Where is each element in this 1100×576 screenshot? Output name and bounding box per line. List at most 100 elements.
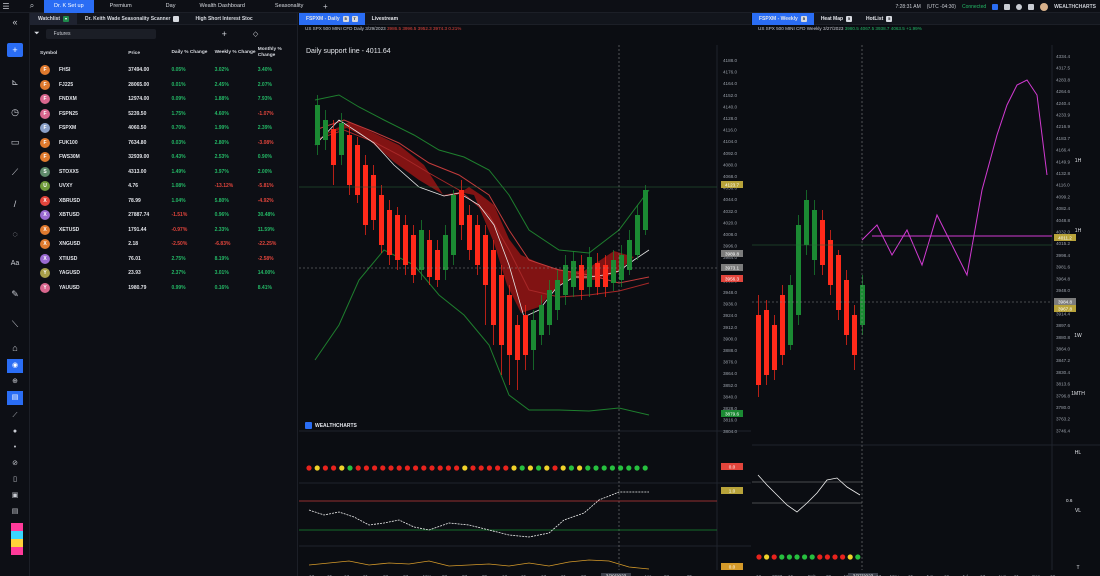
text-tool-icon[interactable]: Aa xyxy=(7,257,23,271)
line-tool-icon[interactable]: / xyxy=(7,197,23,211)
bell-icon[interactable] xyxy=(1028,3,1035,10)
signal-dot xyxy=(847,554,853,560)
tab-daily-chart[interactable]: FSPXM - Daily 5 T xyxy=(299,12,365,25)
header-monthly[interactable]: Monthly % Change xyxy=(258,47,297,59)
weekly-chart-canvas[interactable]: 4334.4 4317.5 4283.8 4264.6 4240.4 4233.9 4216… xyxy=(752,25,1100,576)
note-icon[interactable]: ▤ xyxy=(7,505,23,519)
shape-tool-icon[interactable]: ◌ xyxy=(7,227,23,241)
tab-seasonality-scanner[interactable]: Dr. Keith Wade Seasonality Scanner xyxy=(77,13,187,25)
price-axis-label: 4216.9 xyxy=(1056,124,1070,129)
watchlist-row[interactable]: Y YAGUSD 23.93 2.37% 3.01% 14.00% xyxy=(30,266,297,281)
eraser-icon[interactable]: ◇ xyxy=(253,30,258,38)
signal-dot xyxy=(380,465,386,471)
chart-type-icon[interactable]: ⊾ xyxy=(7,75,23,89)
add-button[interactable]: + xyxy=(7,43,23,57)
gear-icon[interactable] xyxy=(1016,3,1023,10)
candle xyxy=(820,220,825,265)
signal-dot xyxy=(585,465,591,471)
candle xyxy=(563,265,568,295)
watchlist-row[interactable]: F FNDXM 12974.00 0.09% 1.88% 7.93% xyxy=(30,92,297,107)
watchlist-row[interactable]: F FWS30M 32939.00 0.43% 2.53% 0.90% xyxy=(30,150,297,165)
header-symbol[interactable]: Symbol xyxy=(40,51,128,56)
price-axis-label: 3864.0 xyxy=(1056,347,1070,352)
watchlist-row[interactable]: S STOXX5 4313.00 1.49% 3.97% 2.00% xyxy=(30,165,297,180)
avatar[interactable] xyxy=(1040,2,1049,11)
clock-icon[interactable]: ◷ xyxy=(7,105,23,119)
candle xyxy=(571,261,576,287)
signal-dot xyxy=(486,465,492,471)
symbol-avatar: X xyxy=(40,210,50,221)
price-axis-label: 4283.8 xyxy=(1056,77,1070,82)
watchlist-row[interactable]: X XNGUSD 2.18 -2.50% -6.83% -22.25% xyxy=(30,237,297,252)
tab-livestream[interactable]: Livestream xyxy=(365,13,405,25)
price-axis-label: 3964.8 xyxy=(1056,276,1070,281)
pencil-icon[interactable]: ✎ xyxy=(7,287,23,301)
add-tab-icon[interactable]: + xyxy=(319,0,331,13)
row-weekly-change: 3.02% xyxy=(214,67,229,74)
collapse-icon[interactable]: « xyxy=(7,15,23,29)
menu-icon[interactable]: ☰ xyxy=(0,0,12,13)
candle xyxy=(363,165,368,225)
header-daily[interactable]: Daily % Change xyxy=(171,50,214,56)
tab-wealth-dashboard[interactable]: Wealth Dashboard xyxy=(189,0,254,13)
price-axis-label: 4015.2 xyxy=(1056,241,1070,246)
filter-icon[interactable]: ⏷ xyxy=(34,30,40,38)
header-weekly[interactable]: Weekly % Change xyxy=(215,50,258,56)
watchlist-row[interactable]: X XTIUSD 76.01 2.75% 8.19% -2.58% xyxy=(30,252,297,267)
calendar-icon[interactable]: ▭ xyxy=(7,135,23,149)
tab-dr-k-setup[interactable]: Dr. K Set up xyxy=(44,0,94,13)
watchlist-row[interactable]: X XETUSD 1791.44 -0.97% 2.33% 11.59% xyxy=(30,223,297,238)
tab-day[interactable]: Day xyxy=(156,0,186,13)
candle xyxy=(555,280,560,310)
search-icon[interactable]: ⌕ xyxy=(26,0,38,13)
measure-icon[interactable]: ⟋ xyxy=(7,409,23,423)
watchlist-row[interactable]: X XBRUSD 78.99 1.04% 5.80% -4.92% xyxy=(30,194,297,209)
watchlist-row[interactable]: F FUK100 7634.80 0.03% 2.80% -3.08% xyxy=(30,136,297,151)
timezone-selector[interactable]: (UTC -04:30) xyxy=(927,4,956,10)
daily-badge-5: 5 xyxy=(342,15,349,22)
brush-icon[interactable]: ⌂ xyxy=(7,341,23,355)
tab-watchlist[interactable]: Watchlist ▾ xyxy=(30,12,78,25)
price-tag-label: 3879.6 xyxy=(725,412,739,417)
tab-heat-map[interactable]: Heat Map 5 xyxy=(814,13,859,25)
symbol-avatar: F xyxy=(40,137,50,148)
lock-icon[interactable] xyxy=(1004,3,1011,10)
watchlist-row[interactable]: Y YAUUSD 1980.79 0.99% 0.16% 8.41% xyxy=(30,281,297,296)
tab-high-short-interest[interactable]: High Short Interest Stoc xyxy=(187,13,260,25)
tab-premium[interactable]: Premium xyxy=(100,0,142,13)
magnet-icon[interactable]: ⊕ xyxy=(7,375,23,389)
tab-seasonality[interactable]: Seasonality xyxy=(265,0,313,13)
trend-icon[interactable]: ⟋ xyxy=(7,165,23,179)
dot-icon[interactable]: ● xyxy=(7,425,23,439)
trash-icon[interactable]: ▯ xyxy=(7,473,23,487)
tab-hotlist[interactable]: HotList 5 xyxy=(859,13,899,25)
watchlist-row[interactable]: F FSPXM 4060.50 0.70% 1.99% 2.39% xyxy=(30,121,297,136)
save-icon[interactable] xyxy=(992,3,999,10)
row-daily-change: 1.49% xyxy=(171,168,186,175)
watchlist-row[interactable]: X XBTUSD 27887.74 -1.51% 0.96% 30.48% xyxy=(30,208,297,223)
price-axis-label: 4116.0 xyxy=(723,128,737,133)
price-tag-label: 4011.2 xyxy=(1058,236,1072,241)
signal-tag-label: 0.0 xyxy=(729,465,736,470)
watchlist-row[interactable]: F FJ225 28065.00 0.01% 2.45% 2.07% xyxy=(30,78,297,93)
eye-icon[interactable]: ◉ xyxy=(7,359,23,373)
watchlist-row[interactable]: F FHSI 37494.00 0.05% 3.02% 3.40% xyxy=(30,63,297,78)
copy-icon[interactable]: ▣ xyxy=(7,489,23,503)
tab-weekly-chart[interactable]: FSPXM - Weekly 5 xyxy=(752,12,814,25)
watchlist-filter-select[interactable]: Futures xyxy=(45,29,156,39)
row-daily-change: 0.03% xyxy=(171,139,186,146)
daily-chart-canvas[interactable]: 4188.0 4176.0 4164.0 4152.0 4140.0 4128.0 4116… xyxy=(299,25,751,576)
add-symbol-icon[interactable]: + xyxy=(222,29,227,39)
row-price: 1791.44 xyxy=(128,226,147,233)
header-price[interactable]: Price xyxy=(128,51,171,56)
layers-icon[interactable]: ▤ xyxy=(7,391,23,405)
color-swatch[interactable] xyxy=(11,523,23,555)
cursor-icon[interactable]: • xyxy=(7,441,23,455)
symbol-avatar: F xyxy=(40,65,50,76)
watchlist-row[interactable]: U UVXY 4.76 1.08% -13.12% -5.81% xyxy=(30,179,297,194)
link-icon[interactable]: ⊘ xyxy=(7,457,23,471)
price-axis-label: 4140.0 xyxy=(723,104,737,109)
watchlist-row[interactable]: F FSPN25 5239.50 1.75% 4.60% -1.07% xyxy=(30,107,297,122)
ruler-icon[interactable]: ⟍ xyxy=(7,317,23,331)
candle xyxy=(515,325,520,360)
